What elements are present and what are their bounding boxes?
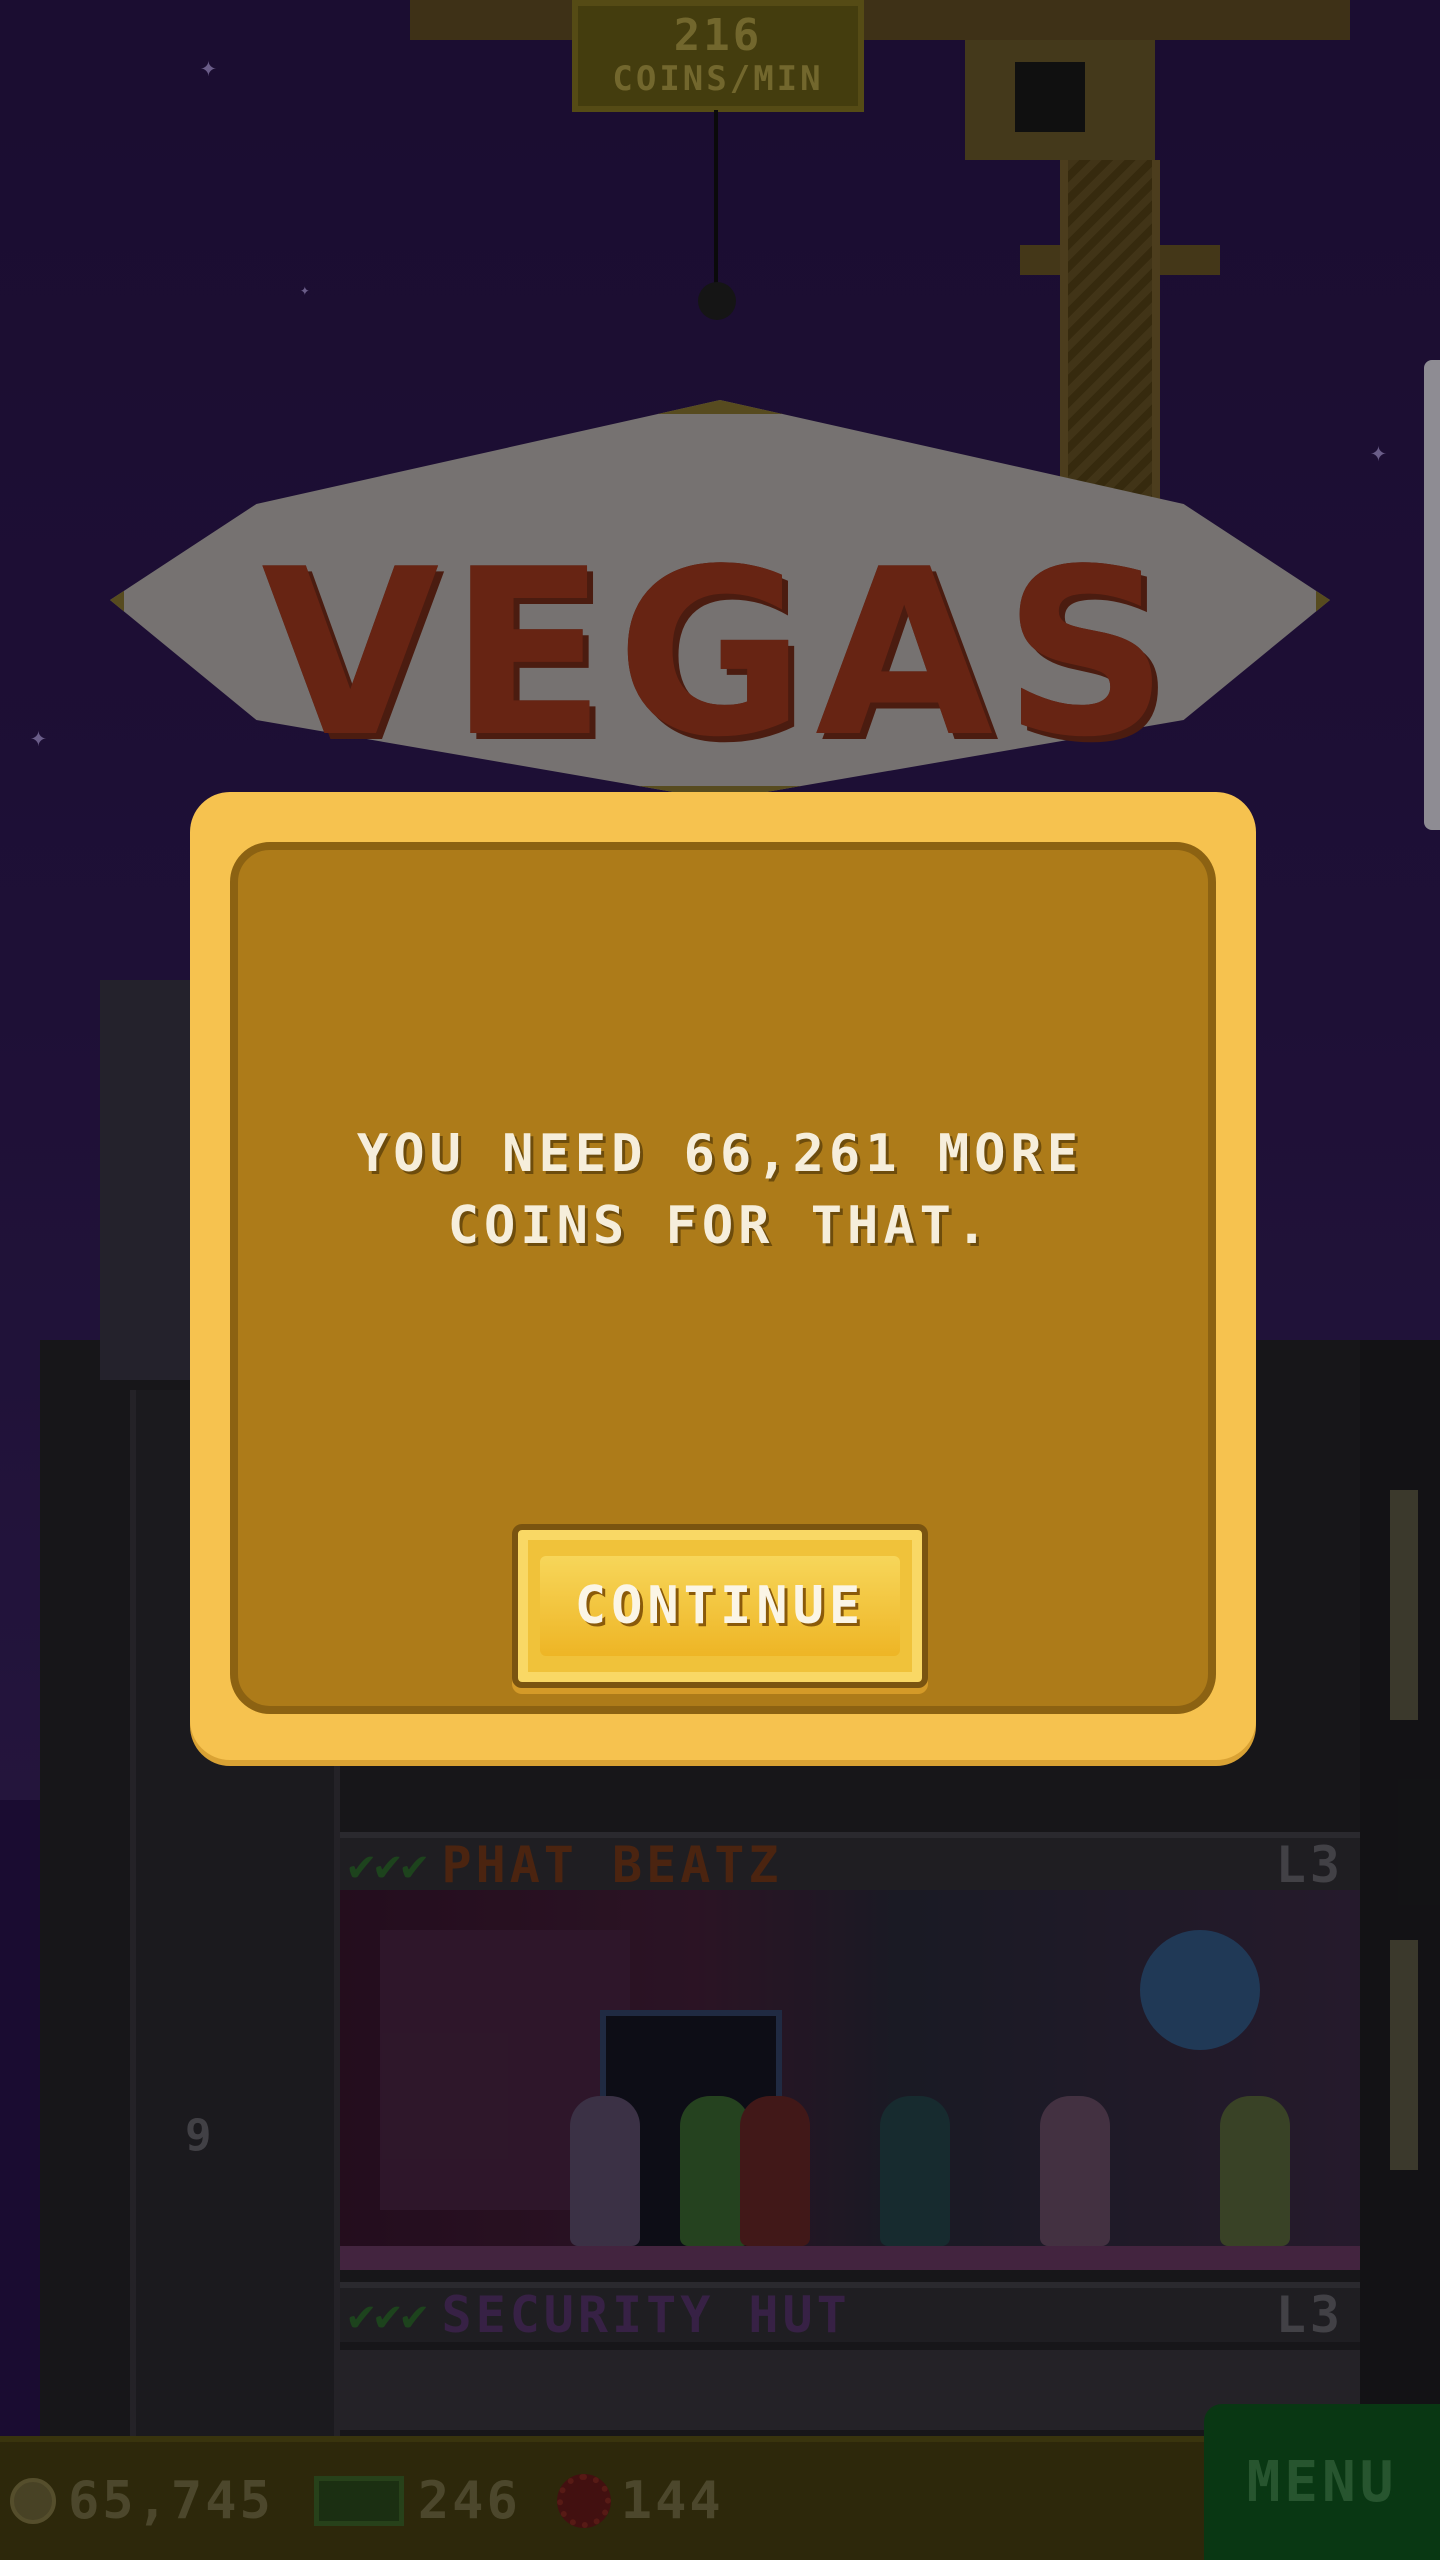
dialog-message: YOU NEED 66,261 MORE COINS FOR THAT. xyxy=(230,1118,1210,1262)
continue-button-label: CONTINUE xyxy=(540,1556,900,1656)
dialog-message-line1: YOU NEED 66,261 MORE xyxy=(356,1124,1084,1184)
dialog-message-line2: COINS FOR THAT. xyxy=(447,1196,993,1256)
game-scene: ✦ ✦ ✦ ✦ 216 COINS/MIN VEGAS 9 ✔✔✔ PHAT B… xyxy=(0,0,1440,2560)
continue-button[interactable]: CONTINUE xyxy=(512,1524,928,1688)
